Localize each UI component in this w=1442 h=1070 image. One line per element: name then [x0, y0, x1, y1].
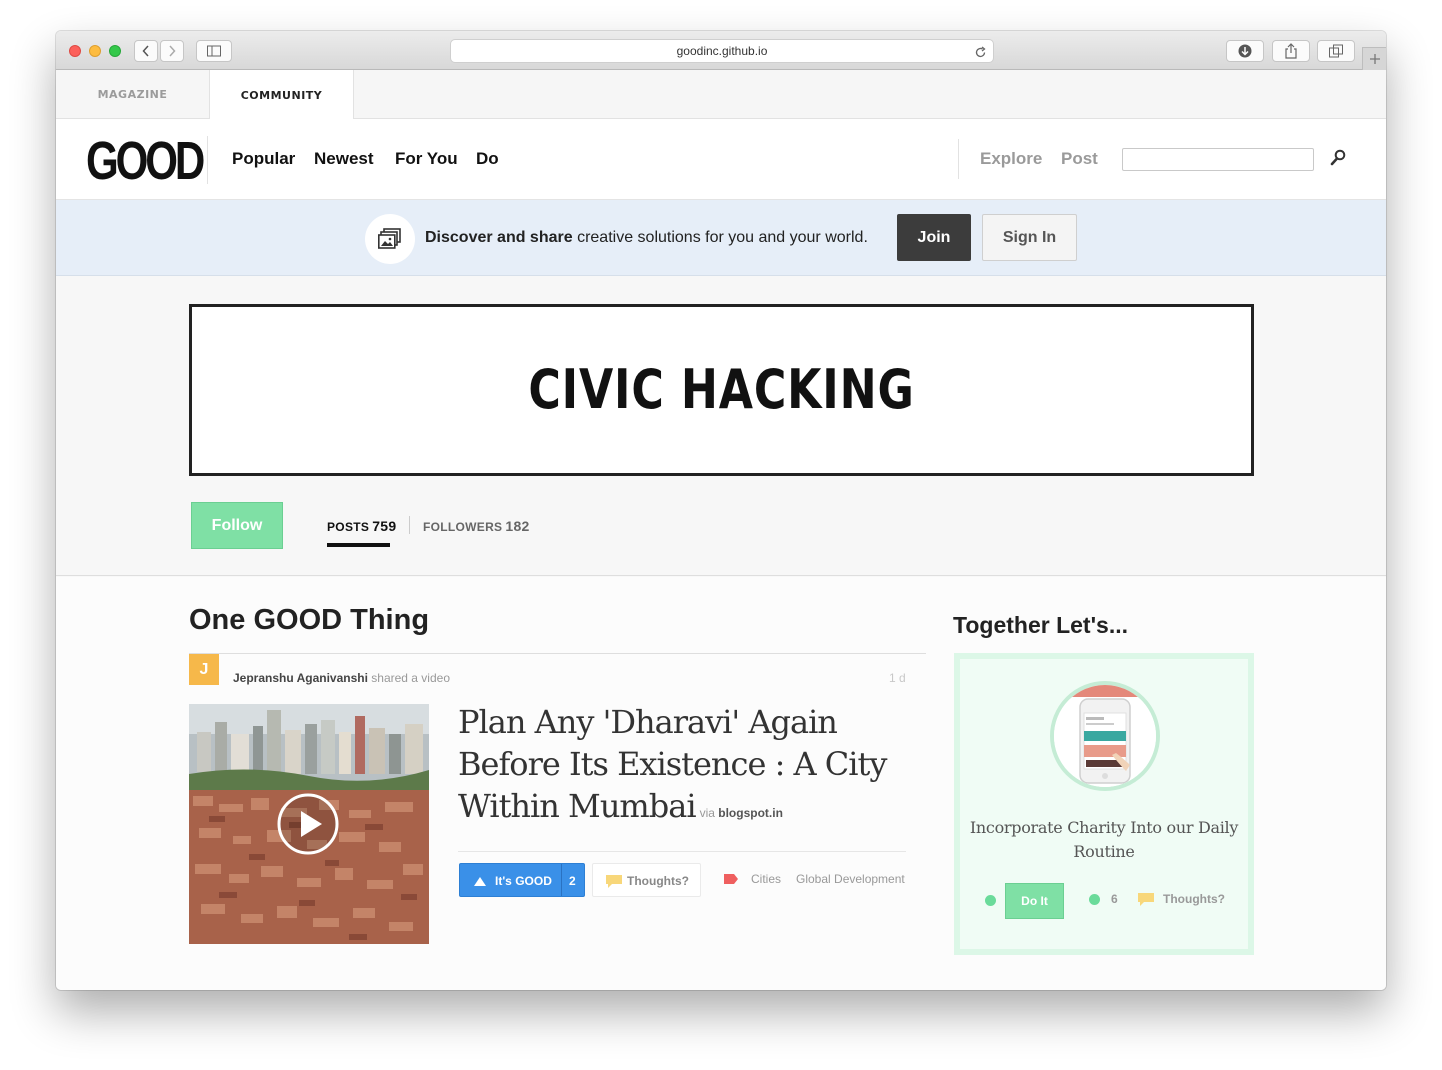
banner-message-rest: creative solutions for you and your worl… [572, 229, 868, 246]
banner-message: Discover and share creative solutions fo… [425, 229, 868, 247]
tag-global-development[interactable]: Global Development [796, 872, 905, 886]
chevron-right-icon [169, 45, 176, 57]
search-icon[interactable] [1330, 149, 1346, 171]
nav-post[interactable]: Post [1061, 149, 1098, 169]
join-banner: Discover and share creative solutions fo… [56, 200, 1386, 276]
play-icon[interactable] [276, 792, 340, 856]
back-button[interactable] [134, 40, 158, 62]
action-card-title[interactable]: Incorporate Charity Into our Daily Routi… [960, 816, 1248, 864]
search-input[interactable] [1122, 148, 1314, 171]
download-icon [1238, 44, 1252, 58]
do-it-button[interactable]: Do It [1005, 883, 1064, 919]
reload-icon[interactable] [974, 44, 987, 66]
participants-dot [1089, 894, 1100, 905]
good-logo[interactable]: GOOD [86, 133, 205, 189]
thoughts-label: Thoughts? [627, 874, 689, 888]
community-header: CIVIC HACKING Follow POSTS 759 FOLLOWERS 1… [56, 276, 1386, 576]
via-label: via [699, 806, 715, 820]
post-title-text[interactable]: Plan Any 'Dharavi' Again Before Its Exis… [458, 703, 887, 825]
nav-for-you[interactable]: For You [395, 149, 458, 169]
post-action: shared a video [367, 671, 450, 685]
forward-button[interactable] [160, 40, 184, 62]
tab-magazine[interactable]: MAGAZINE [56, 70, 209, 119]
close-window-button[interactable] [69, 45, 81, 57]
new-tab-button[interactable] [1362, 47, 1386, 70]
address-bar[interactable]: goodinc.github.io [450, 39, 994, 63]
sidebar-toggle-button[interactable] [196, 40, 232, 62]
thoughts-button[interactable]: Thoughts? [592, 863, 701, 897]
downloads-button[interactable] [1226, 40, 1264, 62]
site-header: GOOD Popular Newest For You Do Explore P… [56, 119, 1386, 200]
browser-toolbar: goodinc.github.io [56, 31, 1386, 70]
its-good-button[interactable]: It's GOOD 2 [459, 863, 585, 897]
avatar[interactable]: J [189, 654, 219, 685]
nav-popular[interactable]: Popular [232, 149, 295, 169]
speech-bubble-icon [1138, 893, 1154, 906]
source-link[interactable]: blogspot.in [718, 806, 783, 820]
minimize-window-button[interactable] [89, 45, 101, 57]
post-divider [189, 653, 926, 654]
tabs-overview-button[interactable] [1317, 40, 1355, 62]
active-tab-indicator [327, 543, 390, 547]
sign-in-button[interactable]: Sign In [982, 214, 1077, 261]
share-icon [1285, 43, 1297, 59]
its-good-count: 2 [569, 874, 576, 888]
community-title-box: CIVIC HACKING [189, 304, 1254, 476]
phone-illustration [1050, 681, 1160, 791]
main-content: One GOOD Thing J Jepranshu Aganivanshi s… [56, 577, 1386, 990]
video-thumbnail[interactable] [189, 704, 429, 944]
section-tabs: MAGAZINE COMMUNITY [56, 70, 1386, 120]
followers-label: FOLLOWERS [423, 520, 503, 534]
nav-newest[interactable]: Newest [314, 149, 374, 169]
post-byline: Jepranshu Aganivanshi shared a video [233, 671, 450, 685]
upvote-triangle-icon [474, 877, 486, 886]
post-timestamp: 1 d [889, 671, 906, 685]
its-good-divider [561, 864, 562, 896]
join-button[interactable]: Join [897, 214, 971, 261]
sidebar-title: Together Let's... [953, 612, 1129, 638]
followers-count: 182 [505, 518, 530, 534]
post-source: via blogspot.in [700, 806, 783, 820]
zoom-window-button[interactable] [109, 45, 121, 57]
posts-label: POSTS [327, 520, 370, 534]
banner-message-bold: Discover and share [425, 229, 573, 246]
browser-window: goodinc.github.io MAGAZINE COMMUNITY GOO… [56, 31, 1386, 990]
tab-posts[interactable]: POSTS 759 [327, 518, 396, 534]
its-good-label: It's GOOD [495, 874, 552, 888]
plus-icon [1370, 54, 1380, 64]
post-title[interactable]: Plan Any 'Dharavi' Again Before Its Exis… [458, 701, 918, 834]
sidebar-icon [207, 45, 221, 57]
stats-divider [409, 516, 410, 534]
nav-explore[interactable]: Explore [980, 149, 1042, 169]
post-author[interactable]: Jepranshu Aganivanshi [233, 671, 368, 685]
share-button[interactable] [1272, 40, 1310, 62]
posts-count: 759 [372, 518, 397, 534]
action-divider [458, 851, 906, 852]
tag-icon [724, 874, 738, 884]
gallery-icon [365, 214, 415, 264]
speech-bubble-icon [606, 875, 622, 888]
chevron-left-icon [142, 45, 149, 57]
header-divider [207, 136, 208, 184]
sidebar-thoughts-link[interactable]: Thoughts? [1163, 892, 1225, 906]
tab-community[interactable]: COMMUNITY [209, 70, 354, 120]
tab-followers[interactable]: FOLLOWERS 182 [423, 518, 530, 534]
community-title: CIVIC HACKING [528, 358, 915, 421]
url-text: goodinc.github.io [676, 44, 768, 58]
nav-do[interactable]: Do [476, 149, 499, 169]
feed-section-title: One GOOD Thing [189, 604, 430, 636]
participant-count: 6 [1111, 892, 1118, 906]
tabs-icon [1329, 44, 1343, 58]
header-divider [958, 139, 959, 179]
follow-button[interactable]: Follow [191, 502, 283, 549]
tag-cities[interactable]: Cities [751, 872, 781, 886]
status-dot [985, 895, 996, 906]
action-card[interactable]: Incorporate Charity Into our Daily Routi… [954, 653, 1254, 955]
